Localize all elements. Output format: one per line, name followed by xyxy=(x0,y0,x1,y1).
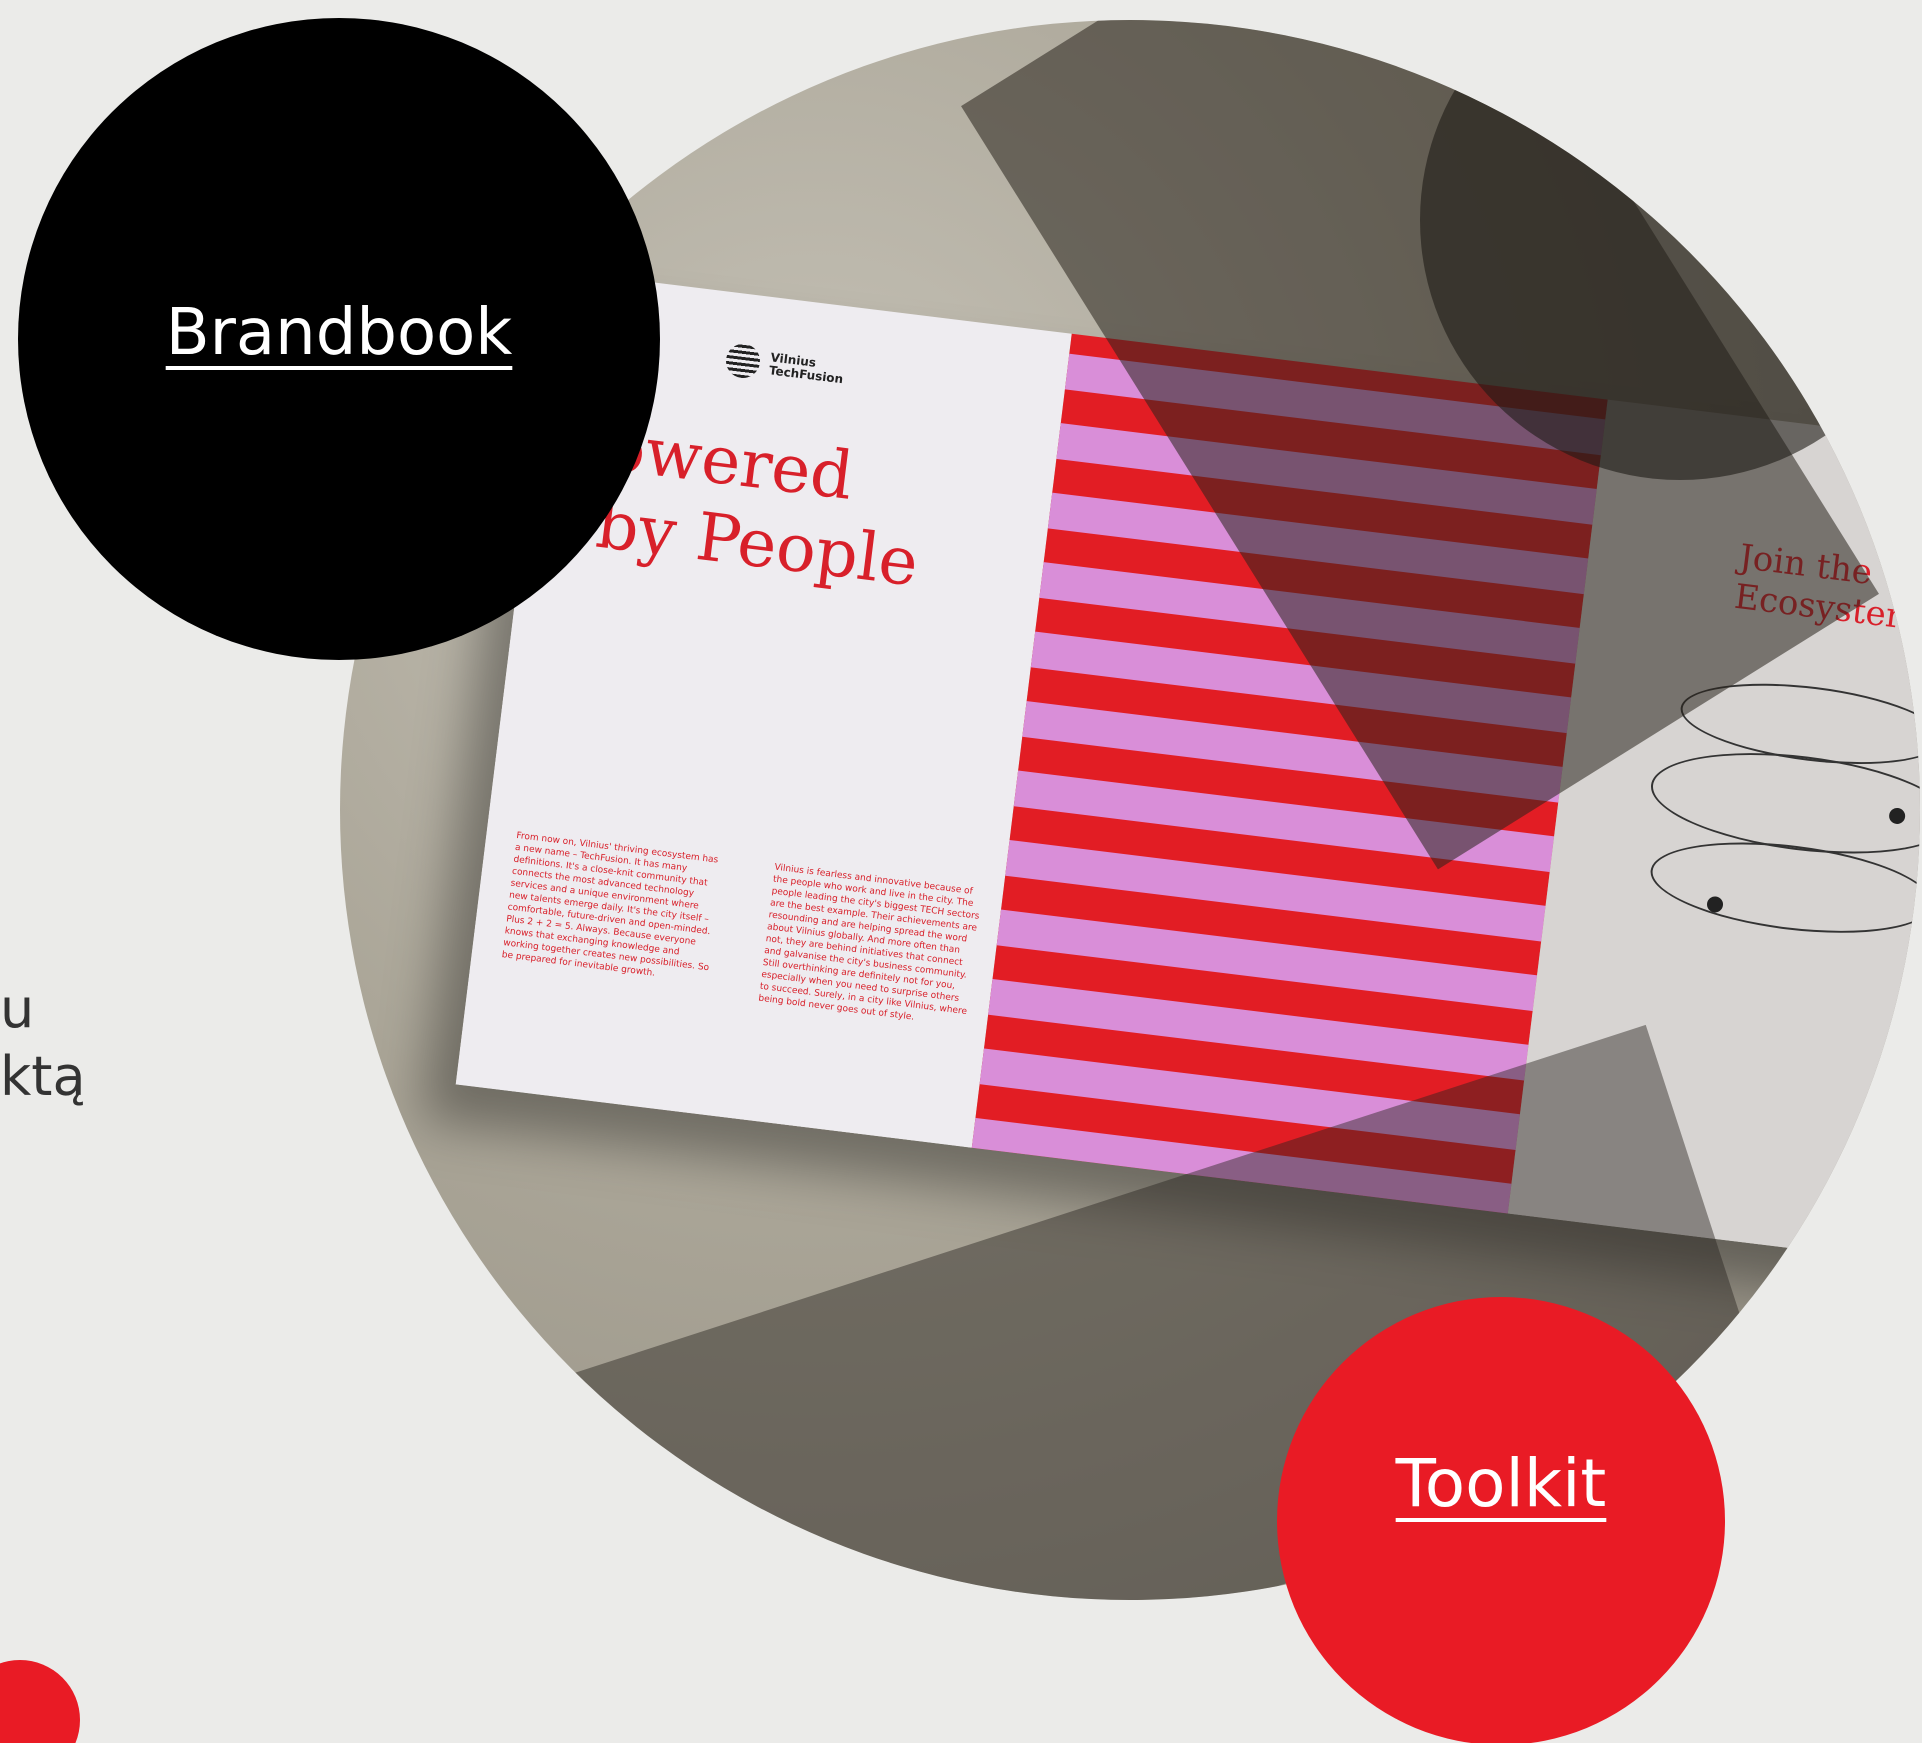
logo-text: Vilnius TechFusion xyxy=(768,350,844,387)
logo-mark-icon xyxy=(724,341,762,380)
partial-body-text: u ktą xyxy=(0,975,86,1111)
page: u ktą Vilnius TechFusion Powered by Peop… xyxy=(0,0,1922,1743)
brochure-logo: Vilnius TechFusion xyxy=(724,341,846,390)
toolkit-circle: Toolkit xyxy=(1277,1297,1725,1743)
brochure-body-column-1: From now on, Vilnius' thriving ecosystem… xyxy=(501,830,719,979)
brochure-body-column-2: Vilnius is fearless and innovative becau… xyxy=(757,862,980,1023)
partial-text-line-2: ktą xyxy=(0,1045,86,1108)
brandbook-circle: Brandbook xyxy=(18,18,660,660)
corner-red-circle xyxy=(0,1660,80,1743)
toolkit-link[interactable]: Toolkit xyxy=(1396,1445,1607,1522)
partial-text-line-1: u xyxy=(0,977,35,1040)
brandbook-link[interactable]: Brandbook xyxy=(166,296,513,370)
